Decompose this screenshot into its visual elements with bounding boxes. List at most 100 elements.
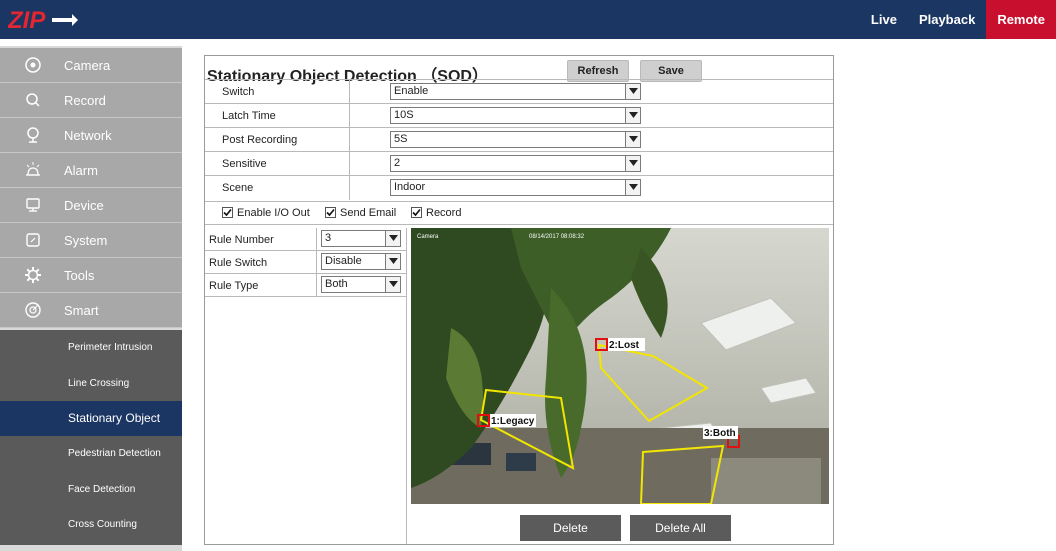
sidebar-label: Network: [64, 128, 112, 143]
sidebar-item-device[interactable]: Device: [0, 188, 182, 223]
rule-label: Rule Switch: [209, 257, 268, 269]
post-recording-select[interactable]: 5S: [390, 131, 641, 148]
checkmark-icon: [222, 207, 233, 218]
setting-label: Post Recording: [222, 134, 298, 146]
checkbox-label: Enable I/O Out: [237, 207, 310, 219]
setting-row-scene: Scene Indoor: [205, 175, 833, 200]
smart-submenu: Perimeter Intrusion Line Crossing Statio…: [0, 330, 182, 545]
submenu-stationary-object[interactable]: Stationary Object: [0, 401, 182, 436]
camera-icon: [25, 57, 41, 73]
setting-label: Scene: [222, 182, 254, 194]
submenu-perimeter-intrusion[interactable]: Perimeter Intrusion: [0, 330, 182, 365]
nav-live[interactable]: Live: [860, 0, 908, 39]
chevron-down-icon: [385, 231, 400, 246]
camera-preview[interactable]: Camera 08/14/2017 08:08:32 1:Legacy 2:Lo…: [411, 228, 829, 504]
select-value: Both: [325, 278, 348, 290]
sidebar-label: Device: [64, 198, 104, 213]
chevron-down-icon: [385, 254, 400, 269]
osd-timestamp: 08/14/2017 08:08:32: [529, 234, 585, 240]
sidebar-item-system[interactable]: System: [0, 223, 182, 258]
sensitive-select[interactable]: 2: [390, 155, 641, 172]
setting-row-post-recording: Post Recording 5S: [205, 127, 833, 152]
send-email-checkbox[interactable]: Send Email: [325, 207, 396, 219]
rule-switch-select[interactable]: Disable: [321, 253, 401, 270]
top-nav: Live Playback Remote: [860, 0, 1056, 39]
setting-row-sensitive: Sensitive 2: [205, 151, 833, 176]
select-value: 2: [394, 157, 401, 169]
scene-select[interactable]: Indoor: [390, 179, 641, 196]
nav-remote[interactable]: Remote: [986, 0, 1056, 39]
submenu-pedestrian-detection[interactable]: Pedestrian Detection: [0, 436, 182, 471]
chevron-down-icon: [625, 84, 640, 99]
checkbox-label: Record: [426, 207, 462, 219]
sidebar-item-alarm[interactable]: Alarm: [0, 153, 182, 188]
checkmark-icon: [325, 207, 336, 218]
top-bar: ZIP Live Playback Remote: [0, 0, 1056, 39]
sidebar-item-network[interactable]: Network: [0, 118, 182, 153]
rule-label: Rule Number: [209, 234, 274, 246]
sidebar-label: Record: [64, 93, 106, 108]
enable-io-out-checkbox[interactable]: Enable I/O Out: [222, 207, 310, 219]
rule-label: Rule Type: [209, 280, 259, 292]
zone-label-1: 1:Legacy: [491, 416, 535, 427]
sidebar-label: System: [64, 233, 108, 248]
nav-playback[interactable]: Playback: [908, 0, 986, 39]
zone-label-3: 3:Both: [704, 428, 736, 439]
sidebar-item-smart[interactable]: Smart: [0, 293, 182, 328]
rule-number-select[interactable]: 3: [321, 230, 401, 247]
latch-time-select[interactable]: 10S: [390, 107, 641, 124]
submenu-label: Face Detection: [68, 484, 136, 495]
sidebar-label: Camera: [64, 58, 111, 73]
osd-camera-label: Camera: [417, 234, 439, 240]
sidebar-label: Tools: [64, 268, 95, 283]
sidebar: Camera Record Network Alarm Device Syste…: [0, 46, 182, 551]
zone-label-2: 2:Lost: [609, 340, 640, 351]
submenu-label: Perimeter Intrusion: [68, 342, 153, 353]
chevron-down-icon: [385, 277, 400, 292]
submenu-line-crossing[interactable]: Line Crossing: [0, 366, 182, 401]
rule-row-number: Rule Number 3: [205, 228, 407, 251]
sidebar-item-tools[interactable]: Tools: [0, 258, 182, 293]
setting-row-switch: Switch Enable: [205, 79, 833, 104]
checkmark-icon: [411, 207, 422, 218]
delete-button[interactable]: Delete: [520, 515, 621, 541]
sidebar-label: Smart: [64, 303, 99, 318]
preview-scene: Camera 08/14/2017 08:08:32 1:Legacy 2:Lo…: [411, 228, 829, 504]
rule-row-switch: Rule Switch Disable: [205, 251, 407, 274]
chevron-down-icon: [625, 180, 640, 195]
logo-text: ZIP: [8, 7, 46, 34]
submenu-label: Cross Counting: [68, 519, 137, 530]
select-value: 5S: [394, 133, 408, 145]
zip-logo: ZIP: [8, 7, 78, 34]
checkbox-label: Send Email: [340, 207, 397, 219]
setting-label: Sensitive: [222, 158, 267, 170]
setting-label: Latch Time: [222, 110, 276, 122]
chevron-down-icon: [625, 156, 640, 171]
sidebar-item-record[interactable]: Record: [0, 83, 182, 118]
submenu-label: Pedestrian Detection: [68, 448, 161, 459]
chevron-down-icon: [625, 108, 640, 123]
setting-label: Switch: [222, 86, 255, 98]
submenu-face-detection[interactable]: Face Detection: [0, 472, 182, 507]
device-icon: [26, 198, 40, 212]
smart-icon: [25, 302, 41, 318]
submenu-label: Stationary Object: [68, 411, 161, 425]
search-icon: [26, 93, 40, 107]
select-value: Enable: [394, 85, 429, 97]
sidebar-label: Alarm: [64, 163, 98, 178]
select-value: 3: [325, 232, 332, 244]
submenu-cross-counting[interactable]: Cross Counting: [0, 507, 182, 542]
select-value: Disable: [325, 255, 362, 267]
network-icon: [27, 127, 39, 143]
delete-all-button[interactable]: Delete All: [630, 515, 731, 541]
record-checkbox[interactable]: Record: [411, 207, 461, 219]
rule-type-select[interactable]: Both: [321, 276, 401, 293]
alarm-icon: [26, 162, 40, 176]
sidebar-item-camera[interactable]: Camera: [0, 48, 182, 83]
switch-select[interactable]: Enable: [390, 83, 641, 100]
setting-row-latch-time: Latch Time 10S: [205, 103, 833, 128]
rule-row-type: Rule Type Both: [205, 274, 407, 297]
chevron-down-icon: [625, 132, 640, 147]
gear-icon: [25, 267, 41, 283]
select-value: 10S: [394, 109, 414, 121]
